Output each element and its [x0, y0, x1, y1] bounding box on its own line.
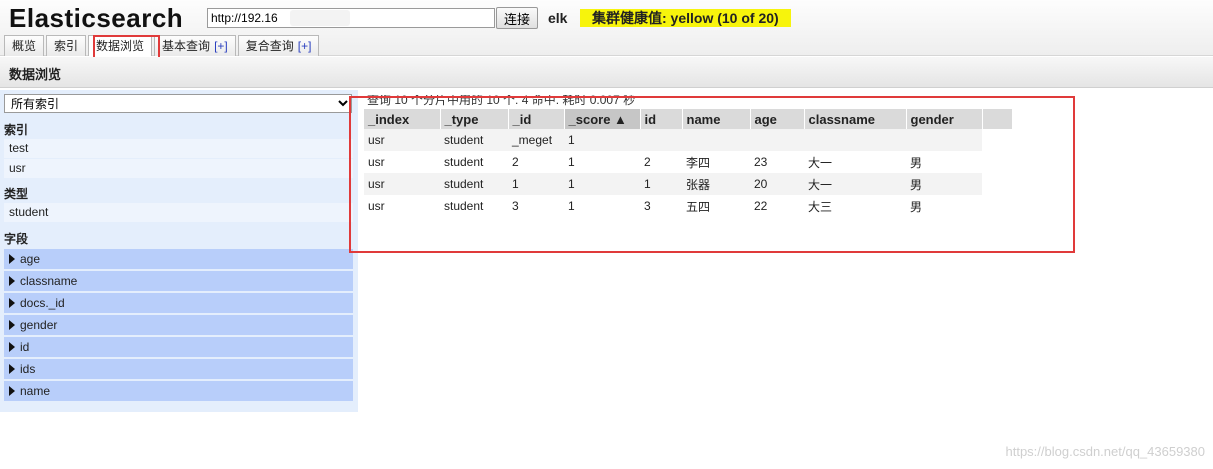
cluster-health-badge: 集群健康值: yellow (10 of 20) [580, 9, 791, 27]
sidebar-item-index[interactable]: test [4, 139, 353, 158]
field-item[interactable]: ids [4, 359, 353, 379]
connect-button[interactable]: 连接 [496, 7, 538, 29]
expand-triangle-icon [9, 254, 15, 264]
watermark: https://blog.csdn.net/qq_43659380 [1005, 444, 1206, 459]
sidebar-item-index[interactable]: usr [4, 159, 353, 178]
tab-overview[interactable]: 概览 [4, 35, 45, 56]
section-header: 数据浏览 [0, 57, 1213, 88]
field-label: name [20, 384, 51, 398]
cluster-name: elk [548, 10, 568, 26]
tab-plus: [+] [214, 39, 228, 53]
indices-heading: 索引 [4, 123, 29, 137]
expand-triangle-icon [9, 320, 15, 330]
expand-triangle-icon [9, 342, 15, 352]
tab-label: 索引 [54, 39, 79, 53]
tab-plus: [+] [297, 39, 312, 53]
field-label: gender [20, 318, 58, 332]
section-title: 数据浏览 [9, 67, 62, 82]
sidebar-item-type[interactable]: student [4, 203, 353, 222]
cluster-url-input[interactable] [207, 8, 495, 28]
field-label: classname [20, 274, 78, 288]
fields-heading: 字段 [4, 232, 29, 246]
tab-label: 概览 [12, 39, 37, 53]
expand-triangle-icon [9, 386, 15, 396]
expand-triangle-icon [9, 276, 15, 286]
field-item[interactable]: name [4, 381, 353, 401]
results-highlight-box [349, 96, 1075, 253]
field-label: docs._id [20, 296, 65, 310]
expand-triangle-icon [9, 298, 15, 308]
expand-triangle-icon [9, 364, 15, 374]
field-item[interactable]: gender [4, 315, 353, 335]
field-label: age [20, 252, 41, 266]
tab-indices[interactable]: 索引 [46, 35, 87, 56]
field-label: id [20, 340, 30, 354]
tab-basic-query[interactable]: 基本查询 [+] [154, 35, 236, 56]
app-title: Elasticsearch [9, 3, 184, 33]
tab-label: 复合查询 [245, 39, 294, 53]
url-redaction [290, 10, 350, 26]
tab-label: 基本查询 [162, 39, 211, 53]
field-item[interactable]: id [4, 337, 353, 357]
types-heading: 类型 [4, 187, 29, 201]
field-label: ids [20, 362, 36, 376]
tab-compound-query[interactable]: 复合查询 [+] [237, 35, 320, 56]
field-item[interactable]: classname [4, 271, 353, 291]
field-item[interactable]: age [4, 249, 353, 269]
tab-bar: 概览 索引 数据浏览 基本查询 [+] 复合查询 [+] [4, 35, 320, 56]
index-select[interactable]: 所有索引 [4, 94, 352, 113]
field-item[interactable]: docs._id [4, 293, 353, 313]
top-bar: Elasticsearch 连接 elk 集群健康值: yellow (10 o… [0, 0, 1213, 56]
sidebar: 所有索引 索引 test usr 类型 student 字段 age class… [0, 90, 358, 412]
